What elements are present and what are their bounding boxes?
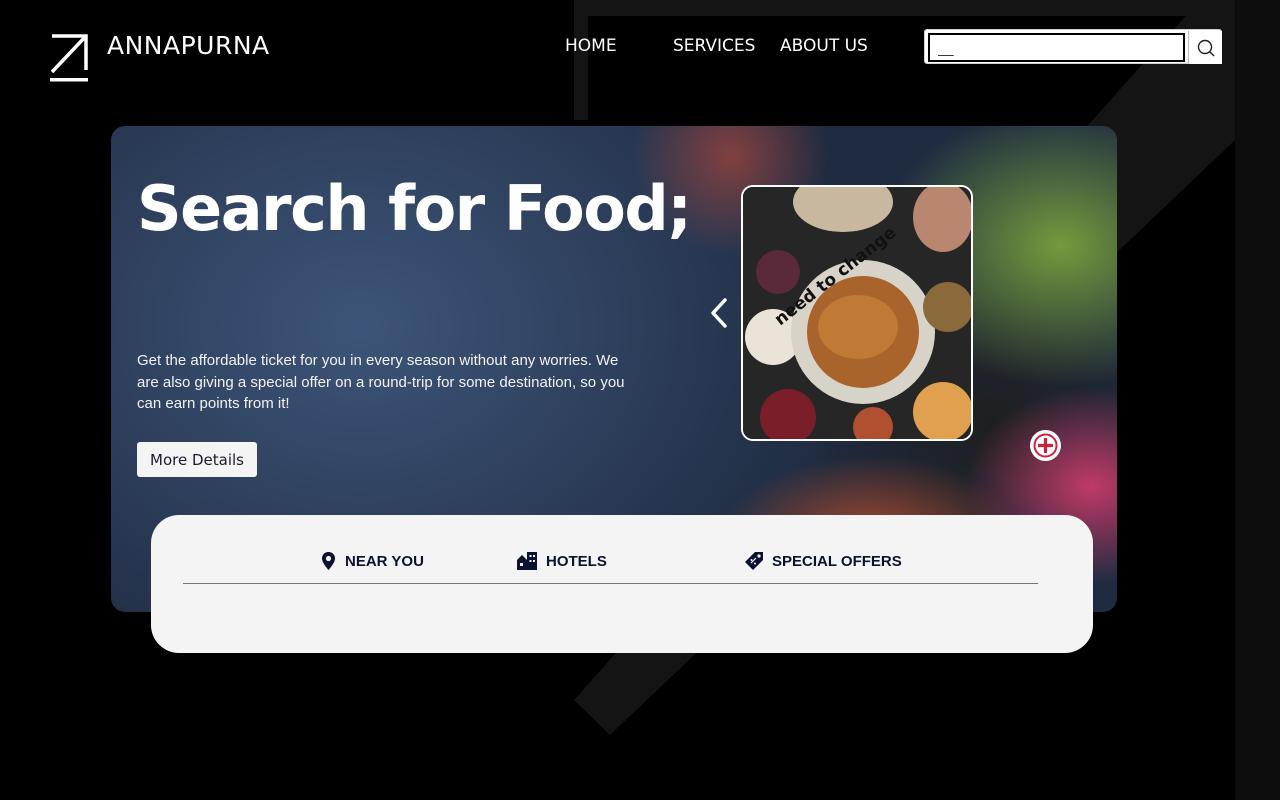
more-details-button[interactable]: More Details bbox=[137, 442, 257, 477]
tab-hotels[interactable]: HOTELS bbox=[516, 550, 607, 572]
right-edge-band bbox=[1235, 0, 1280, 800]
plus-circle-icon bbox=[1033, 433, 1058, 458]
tab-near-you[interactable]: NEAR YOU bbox=[320, 550, 424, 572]
tab-special-offers[interactable]: SPECIAL OFFERS bbox=[744, 550, 902, 572]
chevron-left-icon[interactable] bbox=[705, 296, 733, 330]
category-panel bbox=[151, 515, 1093, 653]
tab-special-offers-label: SPECIAL OFFERS bbox=[772, 552, 902, 570]
tab-near-you-label: NEAR YOU bbox=[345, 552, 424, 570]
hotel-building-icon bbox=[517, 552, 537, 570]
search-bar bbox=[924, 29, 1222, 64]
tag-icon bbox=[745, 552, 763, 570]
search-icon bbox=[1197, 39, 1214, 56]
search-button[interactable] bbox=[1188, 31, 1222, 64]
tab-hotels-label: HOTELS bbox=[546, 552, 607, 570]
tabs-divider bbox=[183, 583, 1038, 584]
nav-home[interactable]: HOME bbox=[565, 36, 617, 56]
nav-about-us[interactable]: ABOUT US bbox=[780, 36, 868, 56]
location-pin-icon bbox=[322, 552, 335, 570]
arrow-up-right-icon bbox=[50, 34, 88, 82]
brand-name: ANNAPURNA bbox=[107, 31, 270, 60]
hero-title: Search for Food; bbox=[137, 172, 692, 245]
hero-description: Get the affordable ticket for you in eve… bbox=[137, 352, 625, 412]
add-button[interactable] bbox=[1030, 430, 1061, 461]
nav-services[interactable]: SERVICES bbox=[673, 36, 755, 56]
search-input[interactable] bbox=[928, 33, 1185, 62]
